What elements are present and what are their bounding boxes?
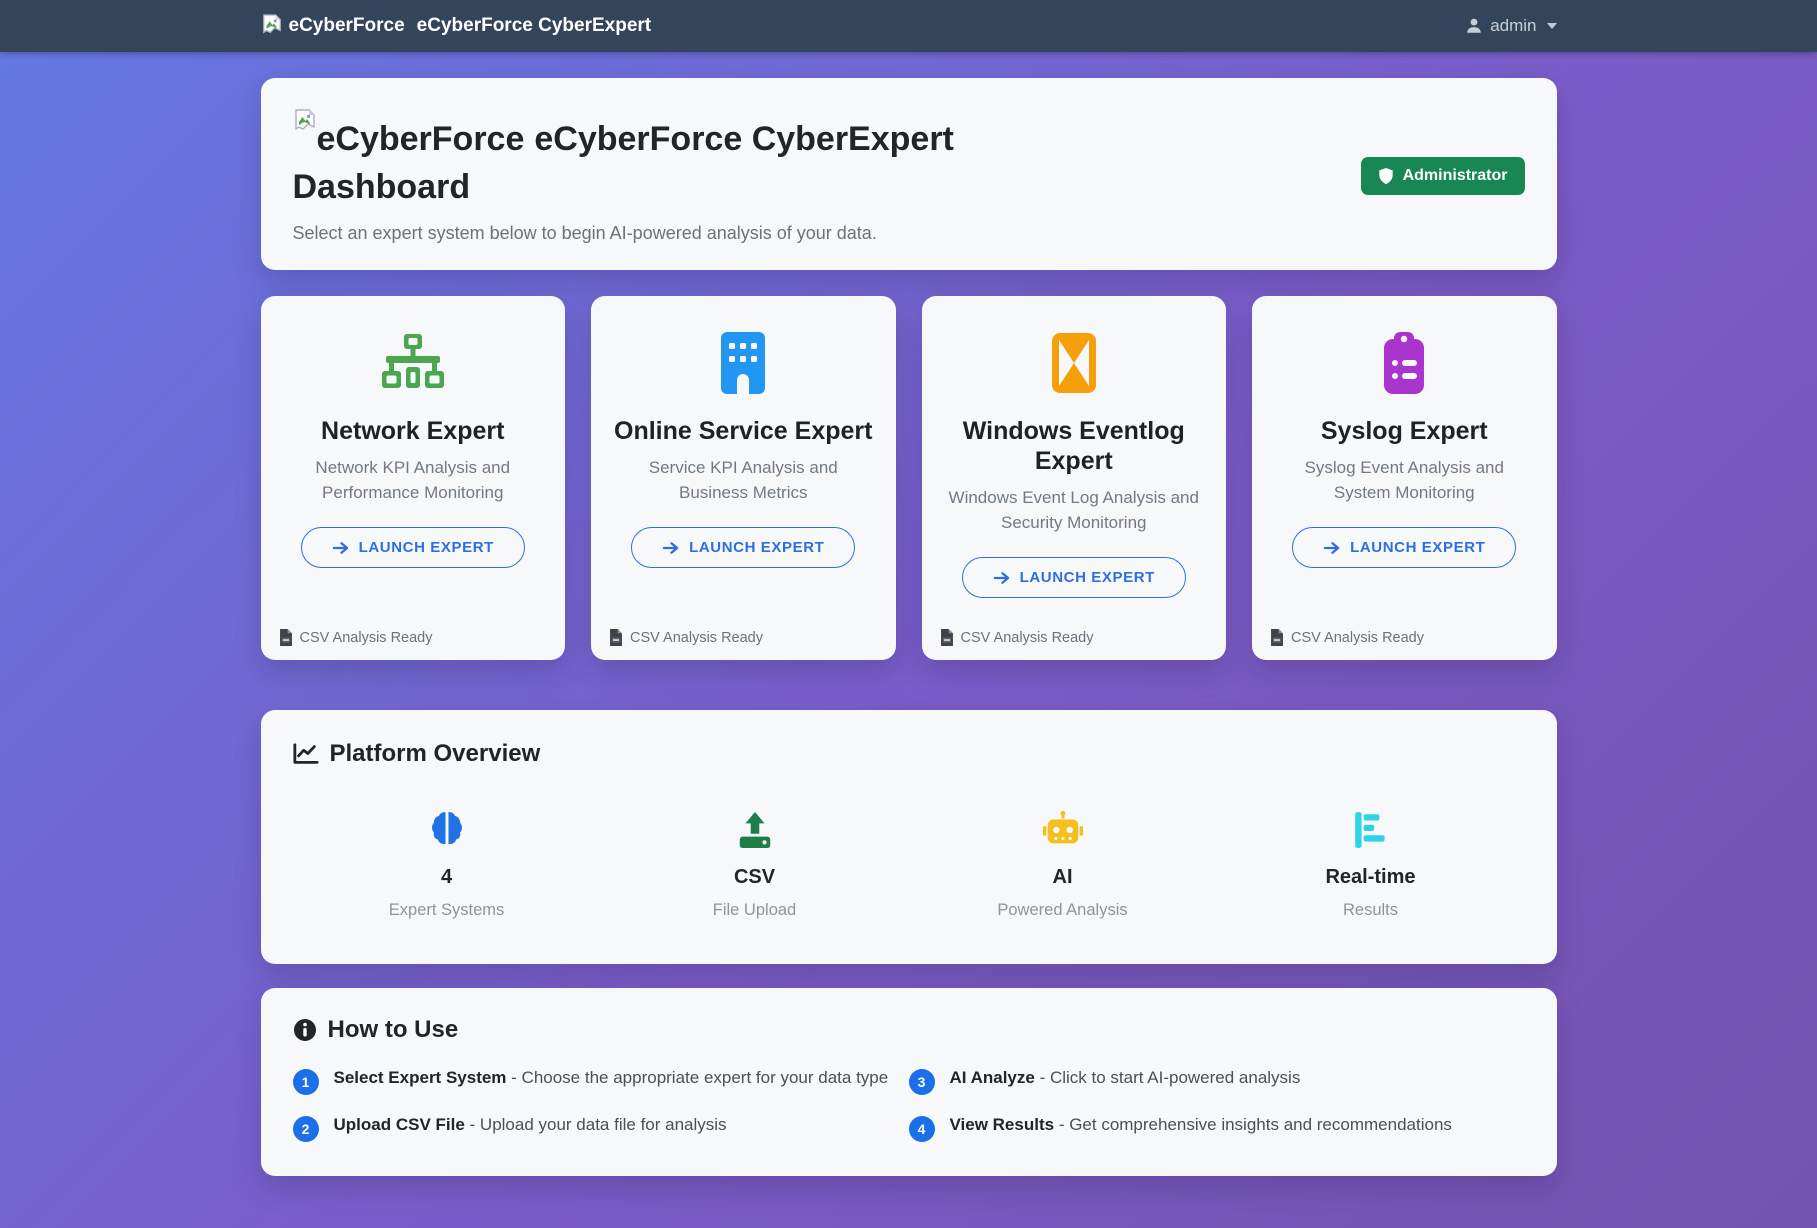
navbar: eCyberForce eCyberForce CyberExpert admi… [0, 0, 1817, 52]
arrow-right-icon [1323, 541, 1340, 555]
expert-card-online-service: Online Service Expert Service KPI Analys… [591, 296, 896, 660]
stat-powered-analysis: AI Powered Analysis [909, 810, 1217, 920]
arrow-right-icon [332, 541, 349, 555]
broken-image-icon [261, 13, 283, 39]
platform-overview-card: Platform Overview 4 Expert Systems [261, 710, 1557, 964]
launch-expert-button-syslog[interactable]: LAUNCH EXPERT [1292, 527, 1516, 568]
step-3: 3 AI Analyze - Click to start AI-powered… [909, 1068, 1525, 1095]
stat-value: AI [1053, 866, 1073, 889]
chart-line-icon [293, 742, 319, 766]
expert-card-windows-eventlog: Windows Eventlog Expert Windows Event Lo… [922, 296, 1227, 660]
step-number-badge: 3 [909, 1069, 935, 1095]
stat-file-upload: CSV File Upload [601, 810, 909, 920]
csv-ready-status: CSV Analysis Ready [279, 629, 433, 646]
page-background: eCyberForce eCyberForce CyberExpert admi… [0, 0, 1817, 1228]
step-2: 2 Upload CSV File - Upload your data fil… [293, 1115, 909, 1142]
csv-ready-status: CSV Analysis Ready [1270, 629, 1424, 646]
stat-label: Expert Systems [389, 901, 505, 920]
stat-label: Powered Analysis [997, 901, 1127, 920]
navbar-brand[interactable]: eCyberForce eCyberForce CyberExpert [261, 13, 652, 39]
person-icon [1465, 17, 1483, 35]
file-csv-icon [1270, 629, 1284, 646]
page-subtitle: Select an expert system below to begin A… [293, 223, 1053, 244]
expert-card-title: Windows Eventlog Expert [940, 416, 1209, 476]
expert-card-description: Network KPI Analysis and Performance Mon… [279, 456, 548, 505]
navbar-brand-label: eCyberForce CyberExpert [417, 15, 651, 37]
building-icon [719, 330, 767, 396]
robot-icon [1042, 810, 1084, 850]
administrator-badge: Administrator [1361, 157, 1525, 195]
expert-card-description: Syslog Event Analysis and System Monitor… [1270, 456, 1539, 505]
step-1: 1 Select Expert System - Choose the appr… [293, 1068, 909, 1095]
caret-down-icon [1547, 23, 1557, 29]
stat-realtime-results: Real-time Results [1217, 810, 1525, 920]
shield-icon [1378, 167, 1394, 185]
expert-card-title: Online Service Expert [614, 416, 872, 446]
step-number-badge: 1 [293, 1069, 319, 1095]
expert-card-network: Network Expert Network KPI Analysis and … [261, 296, 566, 660]
step-number-badge: 4 [909, 1116, 935, 1142]
step-number-badge: 2 [293, 1116, 319, 1142]
stat-value: CSV [734, 866, 775, 889]
file-csv-icon [609, 629, 623, 646]
launch-expert-button-online-service[interactable]: LAUNCH EXPERT [631, 527, 855, 568]
stat-expert-systems: 4 Expert Systems [293, 810, 601, 920]
dashboard-header-card: eCyberForceeCyberForce CyberExpert Dashb… [261, 78, 1557, 270]
info-circle-icon [293, 1018, 317, 1042]
user-name: admin [1490, 16, 1536, 36]
upload-icon [736, 810, 774, 850]
how-to-use-card: How to Use 1 Select Expert System - Choo… [261, 988, 1557, 1176]
administrator-badge-label: Administrator [1403, 167, 1508, 185]
platform-stats-row: 4 Expert Systems CSV File Upload [293, 810, 1525, 920]
navbar-brand-alt: eCyberForce [289, 15, 405, 37]
expert-card-syslog: Syslog Expert Syslog Event Analysis and … [1252, 296, 1557, 660]
launch-expert-button-network[interactable]: LAUNCH EXPERT [301, 527, 525, 568]
header-logo-alt: eCyberForce [317, 120, 525, 158]
step-4: 4 View Results - Get comprehensive insig… [909, 1115, 1525, 1142]
file-csv-icon [940, 629, 954, 646]
clipboard-list-icon [1381, 330, 1427, 396]
csv-ready-status: CSV Analysis Ready [940, 629, 1094, 646]
user-dropdown[interactable]: admin [1465, 16, 1556, 36]
chart-bars-icon [1353, 810, 1389, 850]
expert-card-title: Syslog Expert [1321, 416, 1488, 446]
stat-value: 4 [441, 866, 452, 889]
csv-ready-status: CSV Analysis Ready [609, 629, 763, 646]
window-eventlog-icon [1051, 330, 1097, 396]
file-csv-icon [279, 629, 293, 646]
expert-card-title: Network Expert [321, 416, 504, 446]
broken-image-icon [293, 108, 317, 136]
stat-label: File Upload [713, 901, 796, 920]
stat-label: Results [1343, 901, 1398, 920]
page-footer-text: © 2024 eCyberForce CyberExpert. AI-Power… [261, 1176, 1557, 1228]
expert-cards-row: Network Expert Network KPI Analysis and … [261, 296, 1557, 660]
launch-expert-button-windows-eventlog[interactable]: LAUNCH EXPERT [962, 557, 1186, 598]
arrow-right-icon [662, 541, 679, 555]
stat-value: Real-time [1325, 866, 1415, 889]
how-to-use-steps: 1 Select Expert System - Choose the appr… [293, 1068, 1525, 1142]
how-to-use-title: How to Use [293, 1016, 1525, 1044]
arrow-right-icon [993, 571, 1010, 585]
page-title: eCyberForceeCyberForce CyberExpert Dashb… [293, 108, 1053, 211]
expert-card-description: Service KPI Analysis and Business Metric… [609, 456, 878, 505]
brain-icon [429, 810, 465, 850]
platform-overview-title: Platform Overview [293, 740, 1525, 768]
expert-card-description: Windows Event Log Analysis and Security … [940, 486, 1209, 535]
sitemap-icon [380, 330, 446, 396]
